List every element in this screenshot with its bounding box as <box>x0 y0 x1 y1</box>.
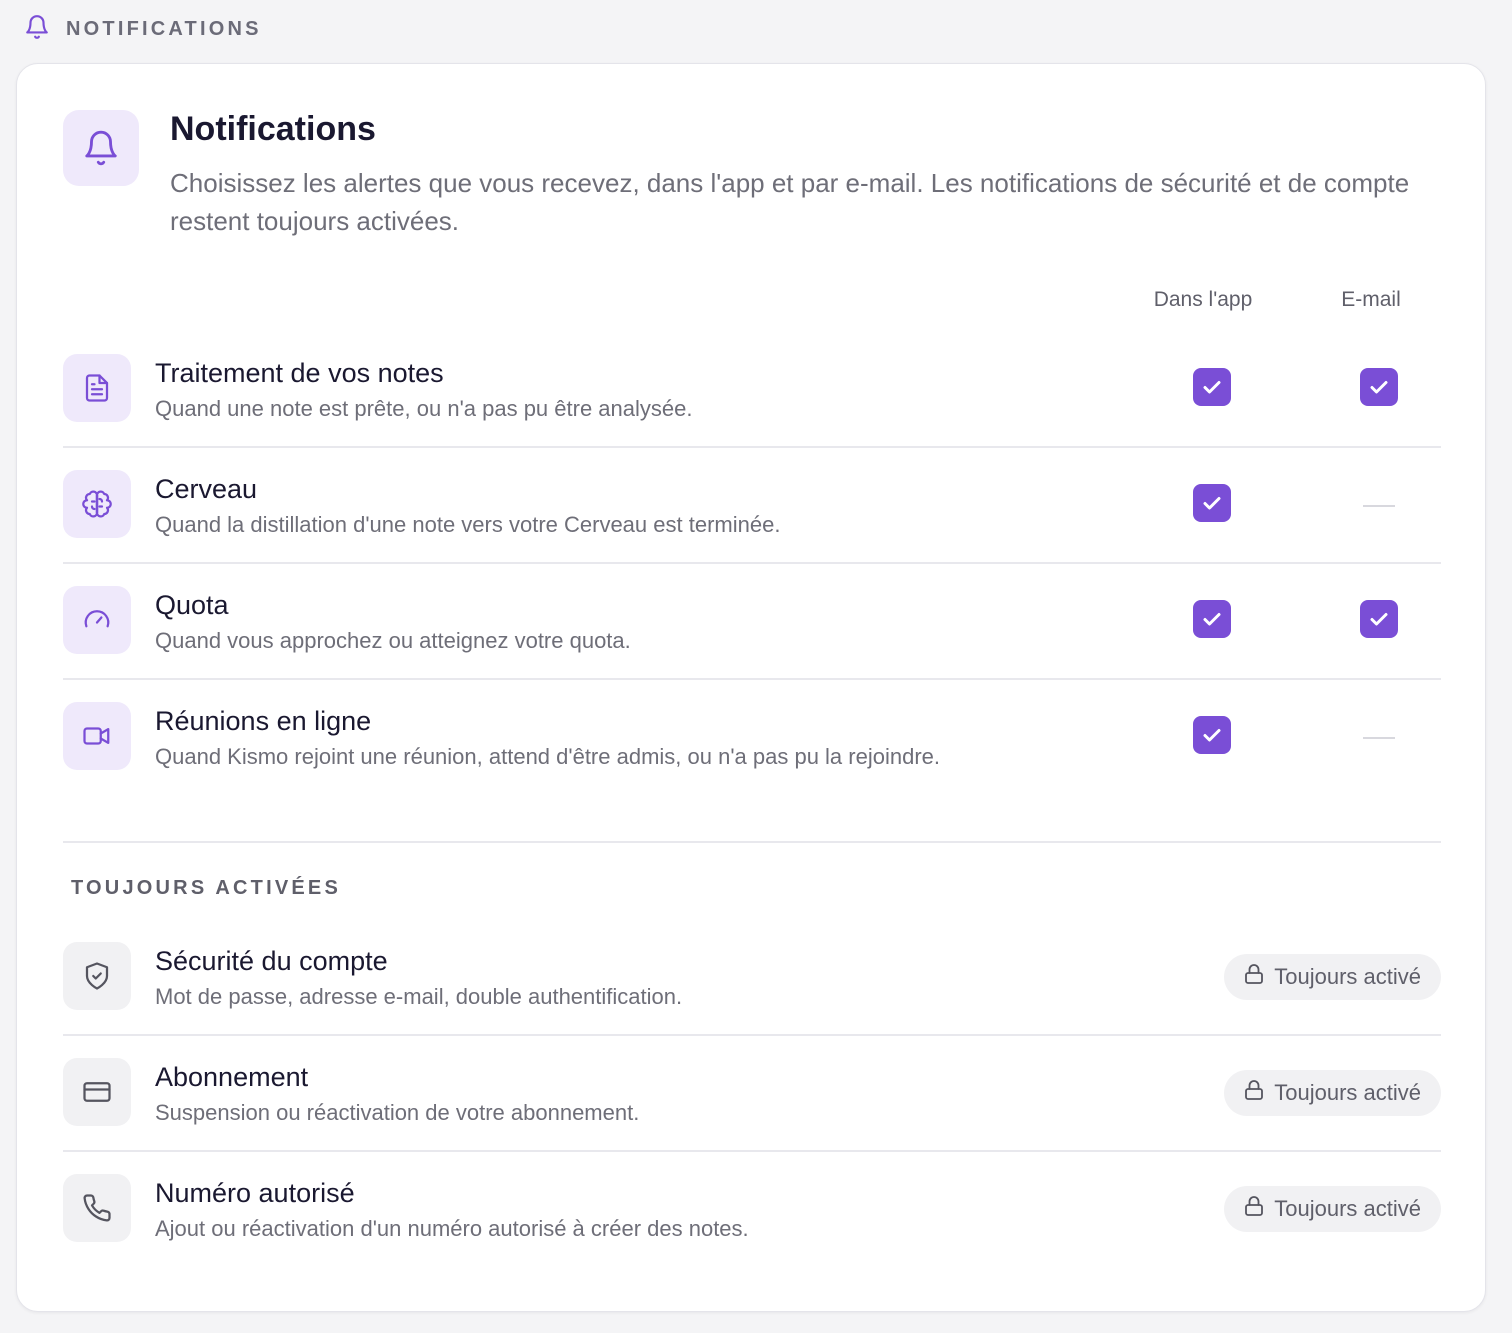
always-on-title: Abonnement <box>155 1062 309 1092</box>
phone-icon <box>63 1174 131 1242</box>
document-icon <box>63 354 131 422</box>
always-on-title: Numéro autorisé <box>155 1178 355 1208</box>
always-on-subtitle: Ajout ou réactivation d'un numéro autori… <box>155 1216 749 1241</box>
always-on-badge-label: Toujours activé <box>1274 964 1421 989</box>
preference-title: Réunions en ligne <box>155 706 372 736</box>
in-app-checkbox[interactable] <box>1193 368 1231 406</box>
in-app-checkbox[interactable] <box>1193 484 1231 522</box>
preference-subtitle: Quand la distillation d'une note vers vo… <box>155 512 781 537</box>
lock-icon <box>1244 1195 1264 1223</box>
column-header-email: E-mail <box>1341 288 1401 311</box>
preference-row-brain: Cerveau Quand la distillation d'une note… <box>63 448 1441 564</box>
email-checkbox[interactable] <box>1360 368 1398 406</box>
in-app-checkbox[interactable] <box>1193 600 1231 638</box>
page-title: Notifications <box>170 110 376 148</box>
always-on-badge: Toujours activé <box>1224 1186 1441 1232</box>
always-on-badge: Toujours activé <box>1224 954 1441 1000</box>
always-on-label: TOUJOURS ACTIVÉES <box>71 877 341 899</box>
section-header: NOTIFICATIONS <box>24 14 262 45</box>
always-on-badge-label: Toujours activé <box>1274 1080 1421 1105</box>
bell-icon <box>24 14 50 45</box>
page-description: Choisissez les alertes que vous recevez,… <box>170 168 1410 236</box>
preference-subtitle: Quand Kismo rejoint une réunion, attend … <box>155 744 940 769</box>
credit-card-icon <box>63 1058 131 1126</box>
email-checkbox[interactable] <box>1360 600 1398 638</box>
always-on-badge: Toujours activé <box>1224 1070 1441 1116</box>
preference-title: Cerveau <box>155 474 258 504</box>
always-on-subtitle: Mot de passe, adresse e-mail, double aut… <box>155 984 683 1009</box>
section-label: NOTIFICATIONS <box>66 18 262 40</box>
lock-icon <box>1244 963 1264 991</box>
gauge-icon <box>63 586 131 654</box>
always-on-badge-label: Toujours activé <box>1274 1196 1421 1221</box>
preference-subtitle: Quand une note est prête, ou n'a pas pu … <box>155 396 693 421</box>
always-on-row-security: Sécurité du compte Mot de passe, adresse… <box>63 920 1441 1036</box>
bell-icon <box>63 110 139 186</box>
always-on-subtitle: Suspension ou réactivation de votre abon… <box>155 1100 640 1125</box>
notifications-card: Notifications Choisissez les alertes que… <box>16 63 1486 1312</box>
always-on-title: Sécurité du compte <box>155 946 388 976</box>
email-unavailable-dash <box>1363 505 1395 507</box>
shield-icon <box>63 942 131 1010</box>
preference-title: Traitement de vos notes <box>155 358 444 388</box>
always-on-row-phone: Numéro autorisé Ajout ou réactivation d'… <box>63 1152 1441 1268</box>
brain-icon <box>63 470 131 538</box>
section-divider <box>63 841 1441 843</box>
preference-row-meetings: Réunions en ligne Quand Kismo rejoint un… <box>63 680 1441 796</box>
email-unavailable-dash <box>1363 737 1395 739</box>
in-app-checkbox[interactable] <box>1193 716 1231 754</box>
preference-row-notes: Traitement de vos notes Quand une note e… <box>63 332 1441 448</box>
preference-title: Quota <box>155 590 229 620</box>
always-on-row-subscription: Abonnement Suspension ou réactivation de… <box>63 1036 1441 1152</box>
video-icon <box>63 702 131 770</box>
lock-icon <box>1244 1079 1264 1107</box>
preference-row-quota: Quota Quand vous approchez ou atteignez … <box>63 564 1441 680</box>
preference-subtitle: Quand vous approchez ou atteignez votre … <box>155 628 631 653</box>
